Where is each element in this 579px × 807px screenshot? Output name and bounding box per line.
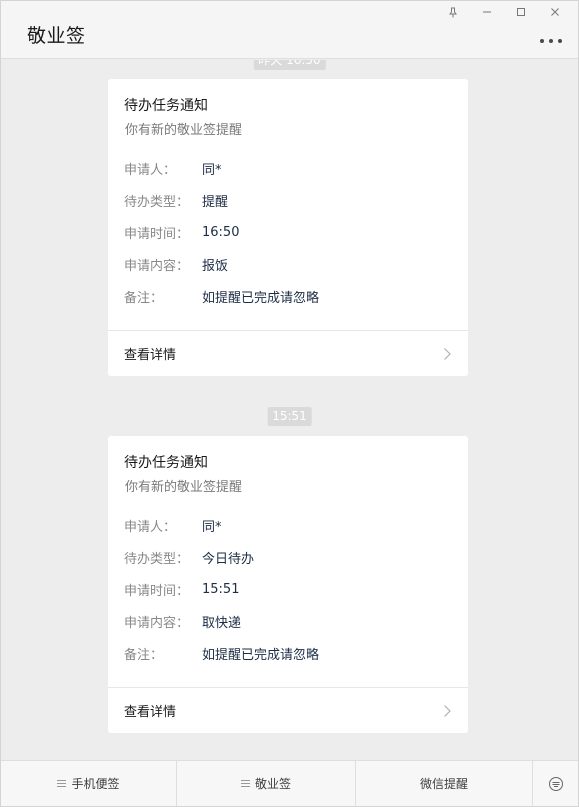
view-details-link[interactable]: 查看详情 bbox=[108, 687, 468, 733]
menu-item-label: 微信提醒 bbox=[419, 777, 468, 791]
card-fields: 申请人： 同* 待办类型： 今日待办 申请时间： 15:51 申请内容： 取快递… bbox=[108, 497, 468, 669]
field-label: 待办类型： bbox=[124, 551, 190, 567]
notification-card[interactable]: 待办任务通知 你有新的敬业签提醒 申请人： 同* 待办类型： 提醒 申请时间： … bbox=[108, 79, 468, 376]
view-details-link[interactable]: 查看详情 bbox=[108, 330, 468, 376]
maximize-icon[interactable] bbox=[504, 3, 538, 21]
message-timestamp: 昨天 16:50 bbox=[253, 60, 326, 70]
card-fields: 申请人： 同* 待办类型： 提醒 申请时间： 16:50 申请内容： 报饭 备注… bbox=[108, 140, 468, 312]
field-label: 申请人： bbox=[124, 162, 177, 178]
field-label: 申请人： bbox=[124, 519, 177, 535]
field-request-content: 申请内容： 报饭 bbox=[124, 248, 452, 280]
field-applicant: 申请人： 同* bbox=[124, 509, 452, 541]
minimize-icon[interactable] bbox=[470, 3, 504, 21]
field-label: 待办类型： bbox=[124, 194, 190, 210]
chevron-right-icon bbox=[444, 704, 451, 717]
field-value: 取快递 bbox=[202, 615, 242, 631]
field-label: 申请时间： bbox=[124, 583, 190, 599]
field-label: 申请内容： bbox=[124, 258, 190, 274]
menu-item-label: 手机便签 bbox=[71, 777, 120, 791]
field-remark: 备注： 如提醒已完成请忽略 bbox=[124, 637, 452, 669]
field-value: 16:50 bbox=[202, 224, 240, 240]
field-value: 同* bbox=[202, 162, 222, 178]
menu-item-jingyeqian[interactable]: 敬业签 bbox=[177, 761, 356, 806]
field-value: 如提醒已完成请忽略 bbox=[202, 647, 320, 663]
field-label: 备注： bbox=[124, 290, 164, 306]
field-value: 同* bbox=[202, 519, 222, 535]
field-label: 申请时间： bbox=[124, 226, 190, 242]
notification-card[interactable]: 待办任务通知 你有新的敬业签提醒 申请人： 同* 待办类型： 今日待办 申请时间… bbox=[108, 436, 468, 733]
keyboard-icon bbox=[548, 776, 563, 791]
field-request-time: 申请时间： 16:50 bbox=[124, 216, 452, 248]
field-value: 今日待办 bbox=[202, 551, 255, 567]
view-details-label: 查看详情 bbox=[124, 705, 177, 720]
card-title: 待办任务通知 bbox=[124, 98, 208, 114]
pin-icon[interactable] bbox=[436, 3, 470, 21]
menu-lines-icon bbox=[57, 778, 67, 789]
bottom-menu-bar: 手机便签 敬业签 微信提醒 bbox=[1, 760, 578, 806]
field-todo-type: 待办类型： 今日待办 bbox=[124, 541, 452, 573]
field-label: 申请内容： bbox=[124, 615, 190, 631]
field-value: 提醒 bbox=[202, 194, 229, 210]
menu-item-mobile-notes[interactable]: 手机便签 bbox=[1, 761, 177, 806]
view-details-label: 查看详情 bbox=[124, 348, 177, 363]
field-applicant: 申请人： 同* bbox=[124, 152, 452, 184]
close-icon[interactable] bbox=[538, 3, 572, 21]
menu-lines-icon bbox=[240, 778, 250, 789]
card-title: 待办任务通知 bbox=[124, 455, 208, 471]
field-request-time: 申请时间： 15:51 bbox=[124, 573, 452, 605]
menu-item-wechat-reminder[interactable]: 微信提醒 bbox=[356, 761, 533, 806]
title-bar: 敬业签 bbox=[1, 1, 578, 59]
message-list[interactable]: 昨天 16:50 待办任务通知 你有新的敬业签提醒 申请人： 同* 待办类型： … bbox=[1, 60, 578, 759]
card-subtitle: 你有新的敬业签提醒 bbox=[125, 480, 243, 495]
window-controls bbox=[436, 3, 572, 21]
field-value: 如提醒已完成请忽略 bbox=[202, 290, 320, 306]
field-label: 备注： bbox=[124, 647, 164, 663]
field-request-content: 申请内容： 取快递 bbox=[124, 605, 452, 637]
chat-title: 敬业签 bbox=[27, 25, 86, 47]
card-subtitle: 你有新的敬业签提醒 bbox=[125, 123, 243, 138]
chevron-right-icon bbox=[444, 347, 451, 360]
app-window: 敬业签 昨天 16:50 待办任务通知 你有新的敬业签提醒 申请人： 同* 待办… bbox=[0, 0, 579, 807]
field-value: 报饭 bbox=[202, 258, 229, 274]
more-dots-icon[interactable] bbox=[540, 34, 562, 48]
field-value: 15:51 bbox=[202, 581, 240, 597]
field-remark: 备注： 如提醒已完成请忽略 bbox=[124, 280, 452, 312]
keyboard-toggle-button[interactable] bbox=[533, 761, 578, 806]
message-timestamp: 15:51 bbox=[267, 407, 312, 426]
menu-item-label: 敬业签 bbox=[254, 777, 291, 791]
field-todo-type: 待办类型： 提醒 bbox=[124, 184, 452, 216]
